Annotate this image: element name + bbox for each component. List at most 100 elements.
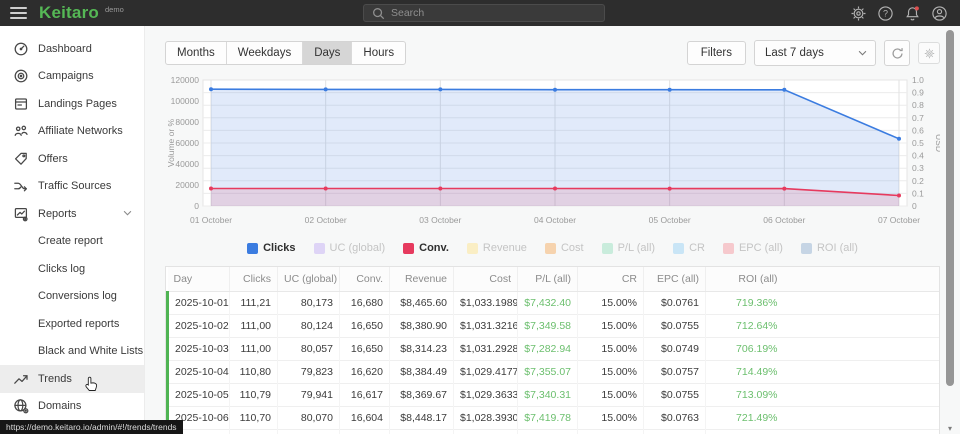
sidebar-item-conversions-log[interactable]: Conversions log (0, 283, 144, 311)
sidebar-item-affiliate-networks[interactable]: Affiliate Networks (0, 118, 144, 146)
svg-text:02 October: 02 October (305, 215, 347, 225)
column-header-clicks[interactable]: Clicks (230, 267, 278, 292)
chevron-down-icon (858, 50, 867, 56)
topbar: Keitaro demo ? (0, 0, 960, 26)
sidebar-item-reports[interactable]: Reports (0, 200, 144, 228)
tab-weekdays[interactable]: Weekdays (227, 42, 303, 64)
cell-uc-global: 79,941 (278, 384, 340, 407)
sidebar-item-exported-reports[interactable]: Exported reports (0, 310, 144, 338)
column-header-cost[interactable]: Cost (454, 267, 518, 292)
svg-text:0.4: 0.4 (912, 151, 924, 161)
cell-p-l-all: $7,340.31 (518, 384, 578, 407)
search-input[interactable] (385, 7, 604, 19)
trends-table-wrap: DayClicksUC (global)Conv.RevenueCostP/L … (165, 266, 940, 434)
column-header-revenue[interactable]: Revenue (390, 267, 454, 292)
legend-item-p-l-all[interactable]: P/L (all) (602, 242, 656, 254)
cell-epc-all (644, 430, 706, 434)
table-row[interactable]: 2025-10-01111,2180,17316,680$8,465.60$1,… (168, 292, 940, 315)
column-header-p-l-all[interactable]: P/L (all) (518, 267, 578, 292)
table-row[interactable]: 2025-10-04110,8079,82316,620$8,384.49$1,… (168, 361, 940, 384)
legend-item-clicks[interactable]: Clicks (247, 242, 295, 254)
profile-icon[interactable] (931, 5, 948, 22)
notifications-icon[interactable] (904, 5, 921, 22)
toolbar-actions: Filters Last 7 days (687, 40, 940, 66)
tab-months[interactable]: Months (166, 42, 227, 64)
legend-item-uc-global[interactable]: UC (global) (314, 242, 386, 254)
cell-epc-all: $0.0761 (644, 292, 706, 315)
column-header-cr[interactable]: CR (578, 267, 644, 292)
table-row-partial[interactable]: 2025-10-07 (168, 430, 940, 434)
menu-icon[interactable] (10, 7, 27, 19)
legend-item-cost[interactable]: Cost (545, 242, 584, 254)
svg-text:0.9: 0.9 (912, 88, 924, 98)
column-header-conv[interactable]: Conv. (340, 267, 390, 292)
sidebar-item-label: Dashboard (38, 43, 92, 55)
app-logo[interactable]: Keitaro (39, 3, 99, 23)
cell-revenue (390, 430, 454, 434)
sidebar-item-landings-pages[interactable]: Landings Pages (0, 90, 144, 118)
table-row[interactable]: 2025-10-03111,0080,05716,650$8,314.23$1,… (168, 338, 940, 361)
cell-day: 2025-10-01 (168, 292, 230, 315)
cell-filler (784, 338, 940, 361)
cell-filler (784, 384, 940, 407)
table-row[interactable]: 2025-10-02111,0080,12416,650$8,380.90$1,… (168, 315, 940, 338)
cell-cost: $1,031.3216 (454, 315, 518, 338)
table-row[interactable]: 2025-10-06110,7080,07016,604$8,448.17$1,… (168, 407, 940, 430)
sidebar-item-black-and-white-lists[interactable]: Black and White Lists (0, 338, 144, 366)
sidebar-item-label: Campaigns (38, 70, 94, 82)
column-header-roi-all[interactable]: ROI (all) (706, 267, 784, 292)
cell-roi-all: 719.36% (706, 292, 784, 315)
scrollbar-thumb[interactable] (946, 30, 954, 386)
scrollbar-down-arrow[interactable]: ▾ (946, 424, 954, 433)
trends-chart[interactable]: 02000040000600008000010000012000000.10.2… (165, 74, 940, 232)
svg-text:0.8: 0.8 (912, 100, 924, 110)
topbar-actions: ? (850, 0, 948, 26)
help-icon[interactable]: ? (877, 5, 894, 22)
sidebar-item-create-report[interactable]: Create report (0, 228, 144, 256)
trends-table: DayClicksUC (global)Conv.RevenueCostP/L … (166, 267, 939, 434)
column-header-epc-all[interactable]: EPC (all) (644, 267, 706, 292)
tab-hours[interactable]: Hours (352, 42, 405, 64)
legend-item-revenue[interactable]: Revenue (467, 242, 527, 254)
cell-p-l-all: $7,432.40 (518, 292, 578, 315)
chart-settings-button[interactable] (918, 42, 940, 64)
legend-item-conv[interactable]: Conv. (403, 242, 449, 254)
sidebar-item-trends[interactable]: Trends (0, 365, 144, 393)
settings-icon[interactable] (850, 5, 867, 22)
svg-text:0: 0 (912, 201, 917, 211)
refresh-button[interactable] (884, 40, 910, 66)
sidebar-item-campaigns[interactable]: Campaigns (0, 63, 144, 91)
filters-button[interactable]: Filters (687, 41, 746, 65)
svg-text:100000: 100000 (171, 96, 200, 106)
vertical-scrollbar[interactable]: ▾ (946, 26, 954, 434)
date-range-select[interactable]: Last 7 days (754, 40, 876, 66)
cell-revenue: $8,369.67 (390, 384, 454, 407)
cell-clicks: 111,21 (230, 292, 278, 315)
legend-label: P/L (all) (618, 242, 656, 254)
cell-filler (784, 361, 940, 384)
legend-item-roi-all[interactable]: ROI (all) (801, 242, 858, 254)
sidebar-item-dashboard[interactable]: Dashboard (0, 35, 144, 63)
cell-cr: 15.00% (578, 384, 644, 407)
svg-text:03 October: 03 October (419, 215, 461, 225)
sidebar-item-clicks-log[interactable]: Clicks log (0, 255, 144, 283)
search-bar[interactable] (363, 4, 605, 22)
legend-item-epc-all[interactable]: EPC (all) (723, 242, 783, 254)
main-content: MonthsWeekdaysDaysHours Filters Last 7 d… (145, 26, 960, 434)
svg-text:01 October: 01 October (190, 215, 232, 225)
offers-icon (13, 151, 29, 167)
cell-cr (578, 430, 644, 434)
cell-conv: 16,650 (340, 315, 390, 338)
column-header-day[interactable]: Day (168, 267, 230, 292)
sidebar-item-traffic-sources[interactable]: Traffic Sources (0, 173, 144, 201)
column-header-uc-global[interactable]: UC (global) (278, 267, 340, 292)
cell-uc-global (278, 430, 340, 434)
sidebar-item-domains[interactable]: Domains (0, 393, 144, 421)
legend-swatch (467, 243, 478, 254)
legend-item-cr[interactable]: CR (673, 242, 705, 254)
table-row[interactable]: 2025-10-05110,7979,94116,617$8,369.67$1,… (168, 384, 940, 407)
legend-swatch (673, 243, 684, 254)
sidebar-item-offers[interactable]: Offers (0, 145, 144, 173)
landings-pages-icon (13, 96, 29, 112)
tab-days[interactable]: Days (303, 42, 352, 64)
